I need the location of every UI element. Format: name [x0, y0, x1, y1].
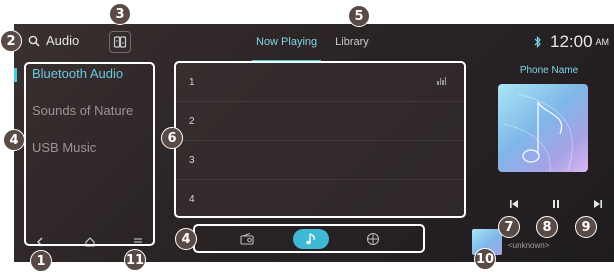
- equalizer-icon: [437, 77, 446, 85]
- callout-next: 9: [575, 216, 597, 238]
- callout-track-list: 6: [161, 127, 183, 149]
- top-bar: Audio Now Playing Library 12:00 AM: [14, 24, 614, 62]
- next-button[interactable]: [588, 194, 608, 214]
- callout-mini-player: 10: [474, 248, 496, 270]
- apps-button[interactable]: [355, 229, 391, 249]
- callout-media-dock: 4: [175, 228, 197, 250]
- callout-tabs: 5: [348, 5, 370, 27]
- search-icon: [28, 35, 40, 47]
- music-note-icon: [306, 233, 315, 245]
- search-button[interactable]: Audio: [28, 33, 79, 48]
- app-title: Audio: [46, 33, 80, 48]
- tab-library[interactable]: Library: [335, 24, 369, 62]
- next-icon: [594, 200, 602, 208]
- mini-player-label: <unknown>: [508, 241, 550, 250]
- music-button[interactable]: [293, 229, 329, 249]
- radio-button[interactable]: [229, 229, 265, 249]
- apps-icon: [366, 232, 380, 246]
- previous-icon: [510, 200, 518, 208]
- track-row[interactable]: 3: [176, 141, 464, 180]
- source-switch-icon: [113, 36, 127, 48]
- clock-ampm: AM: [595, 37, 610, 47]
- radio-icon: [240, 233, 254, 245]
- pause-button[interactable]: [546, 194, 566, 214]
- track-number: 1: [189, 76, 195, 88]
- track-number: 2: [189, 115, 195, 127]
- playback-controls: [494, 194, 614, 218]
- track-row[interactable]: 2: [176, 102, 464, 141]
- pause-icon: [553, 200, 559, 208]
- audio-screen: Audio Now Playing Library 12:00 AM Bluet…: [14, 24, 614, 262]
- source-switch-button[interactable]: [109, 31, 131, 53]
- callout-source-switch: 3: [109, 3, 131, 25]
- callout-source-list: 4: [3, 129, 25, 151]
- track-list: 1 2 3 4: [174, 61, 466, 218]
- status-area: 12:00 AM: [532, 32, 609, 52]
- phone-name: Phone Name: [519, 65, 579, 76]
- callout-back: 1: [30, 250, 52, 272]
- callout-search: 2: [0, 30, 22, 52]
- callout-menu: 11: [124, 249, 146, 271]
- media-dock: [193, 224, 425, 253]
- bluetooth-status-icon: [534, 36, 541, 48]
- source-list-highlight: [24, 62, 155, 246]
- sidebar-active-indicator: [14, 68, 17, 82]
- track-row[interactable]: 4: [176, 180, 464, 219]
- callout-previous: 7: [498, 216, 520, 238]
- tab-bar: Now Playing Library: [251, 24, 369, 62]
- callout-pause: 8: [536, 216, 558, 238]
- track-number: 4: [189, 194, 195, 205]
- track-row[interactable]: 1: [176, 63, 464, 102]
- music-note-art-icon: [502, 93, 573, 172]
- tab-now-playing[interactable]: Now Playing: [251, 24, 322, 62]
- previous-button[interactable]: [504, 194, 524, 214]
- track-number: 3: [189, 154, 195, 166]
- album-art[interactable]: [498, 84, 588, 172]
- clock-time: 12:00: [550, 32, 593, 51]
